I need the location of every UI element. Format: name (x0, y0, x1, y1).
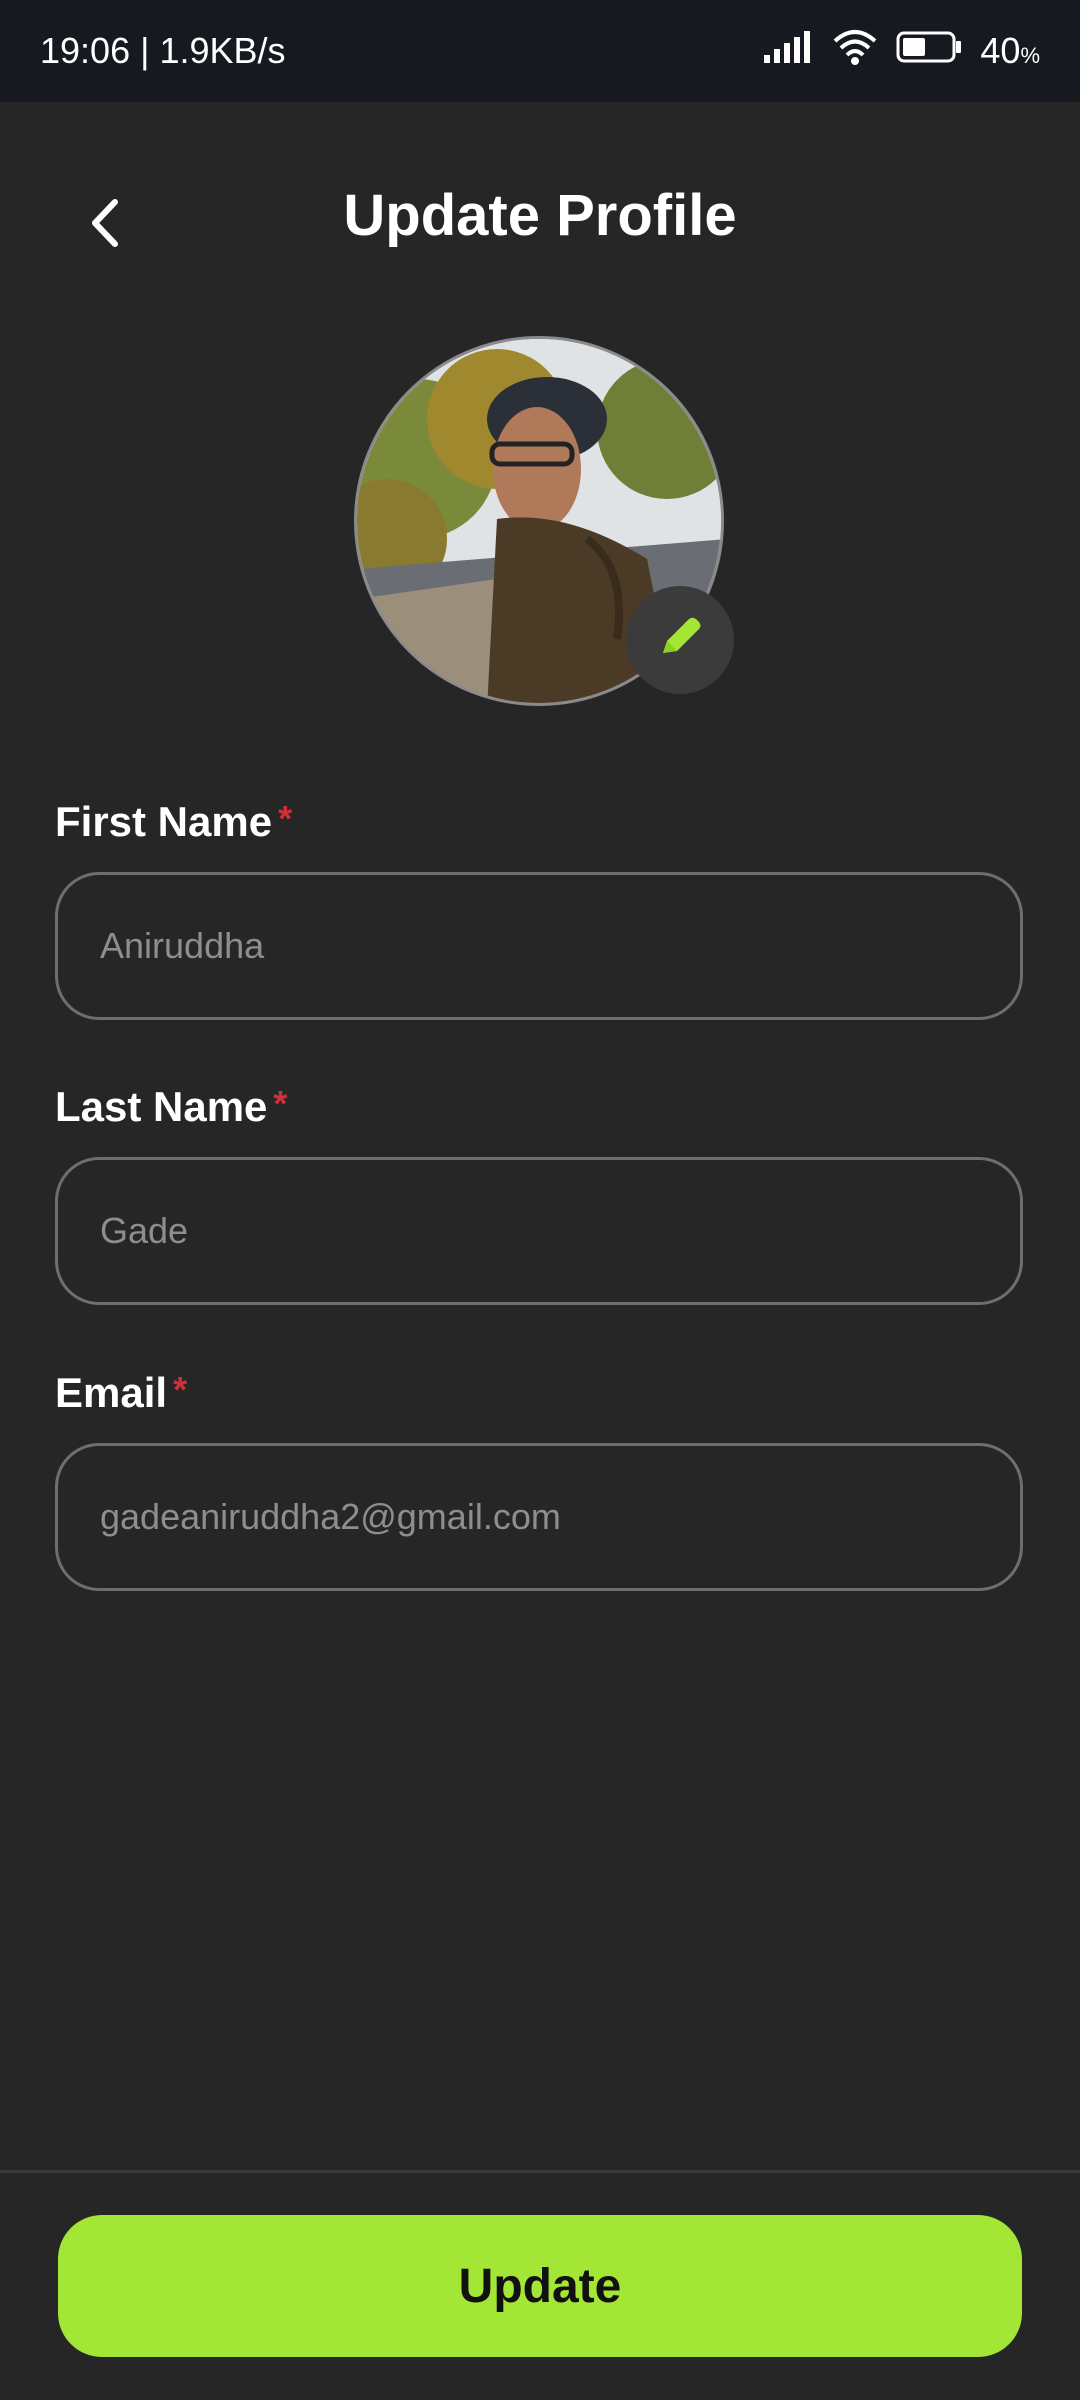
required-marker: * (278, 798, 293, 839)
status-time-speed: 19:06 | 1.9KB/s (40, 30, 286, 71)
last-name-input[interactable] (55, 1157, 1023, 1305)
header: Update Profile (0, 160, 1080, 280)
edit-avatar-button[interactable] (626, 586, 734, 694)
email-label: Email * (55, 1369, 188, 1416)
update-button[interactable]: Update (58, 2215, 1022, 2357)
required-marker: * (173, 1369, 188, 1410)
required-marker: * (273, 1083, 288, 1124)
signal-icon (764, 30, 814, 72)
wifi-icon (832, 29, 878, 74)
first-name-label: First Name * (55, 798, 293, 845)
profile-avatar-section (354, 336, 734, 706)
email-input[interactable] (55, 1443, 1023, 1591)
first-name-input[interactable] (55, 872, 1023, 1020)
page-title: Update Profile (343, 183, 737, 248)
status-icons: 40% (764, 29, 1040, 74)
battery-icon (896, 30, 962, 72)
last-name-label: Last Name * (55, 1083, 288, 1130)
status-bar: 19:06 | 1.9KB/s 40% (0, 0, 1080, 102)
battery-percent: 40% (980, 30, 1040, 71)
pencil-icon (653, 611, 707, 670)
footer-divider (0, 2170, 1080, 2173)
